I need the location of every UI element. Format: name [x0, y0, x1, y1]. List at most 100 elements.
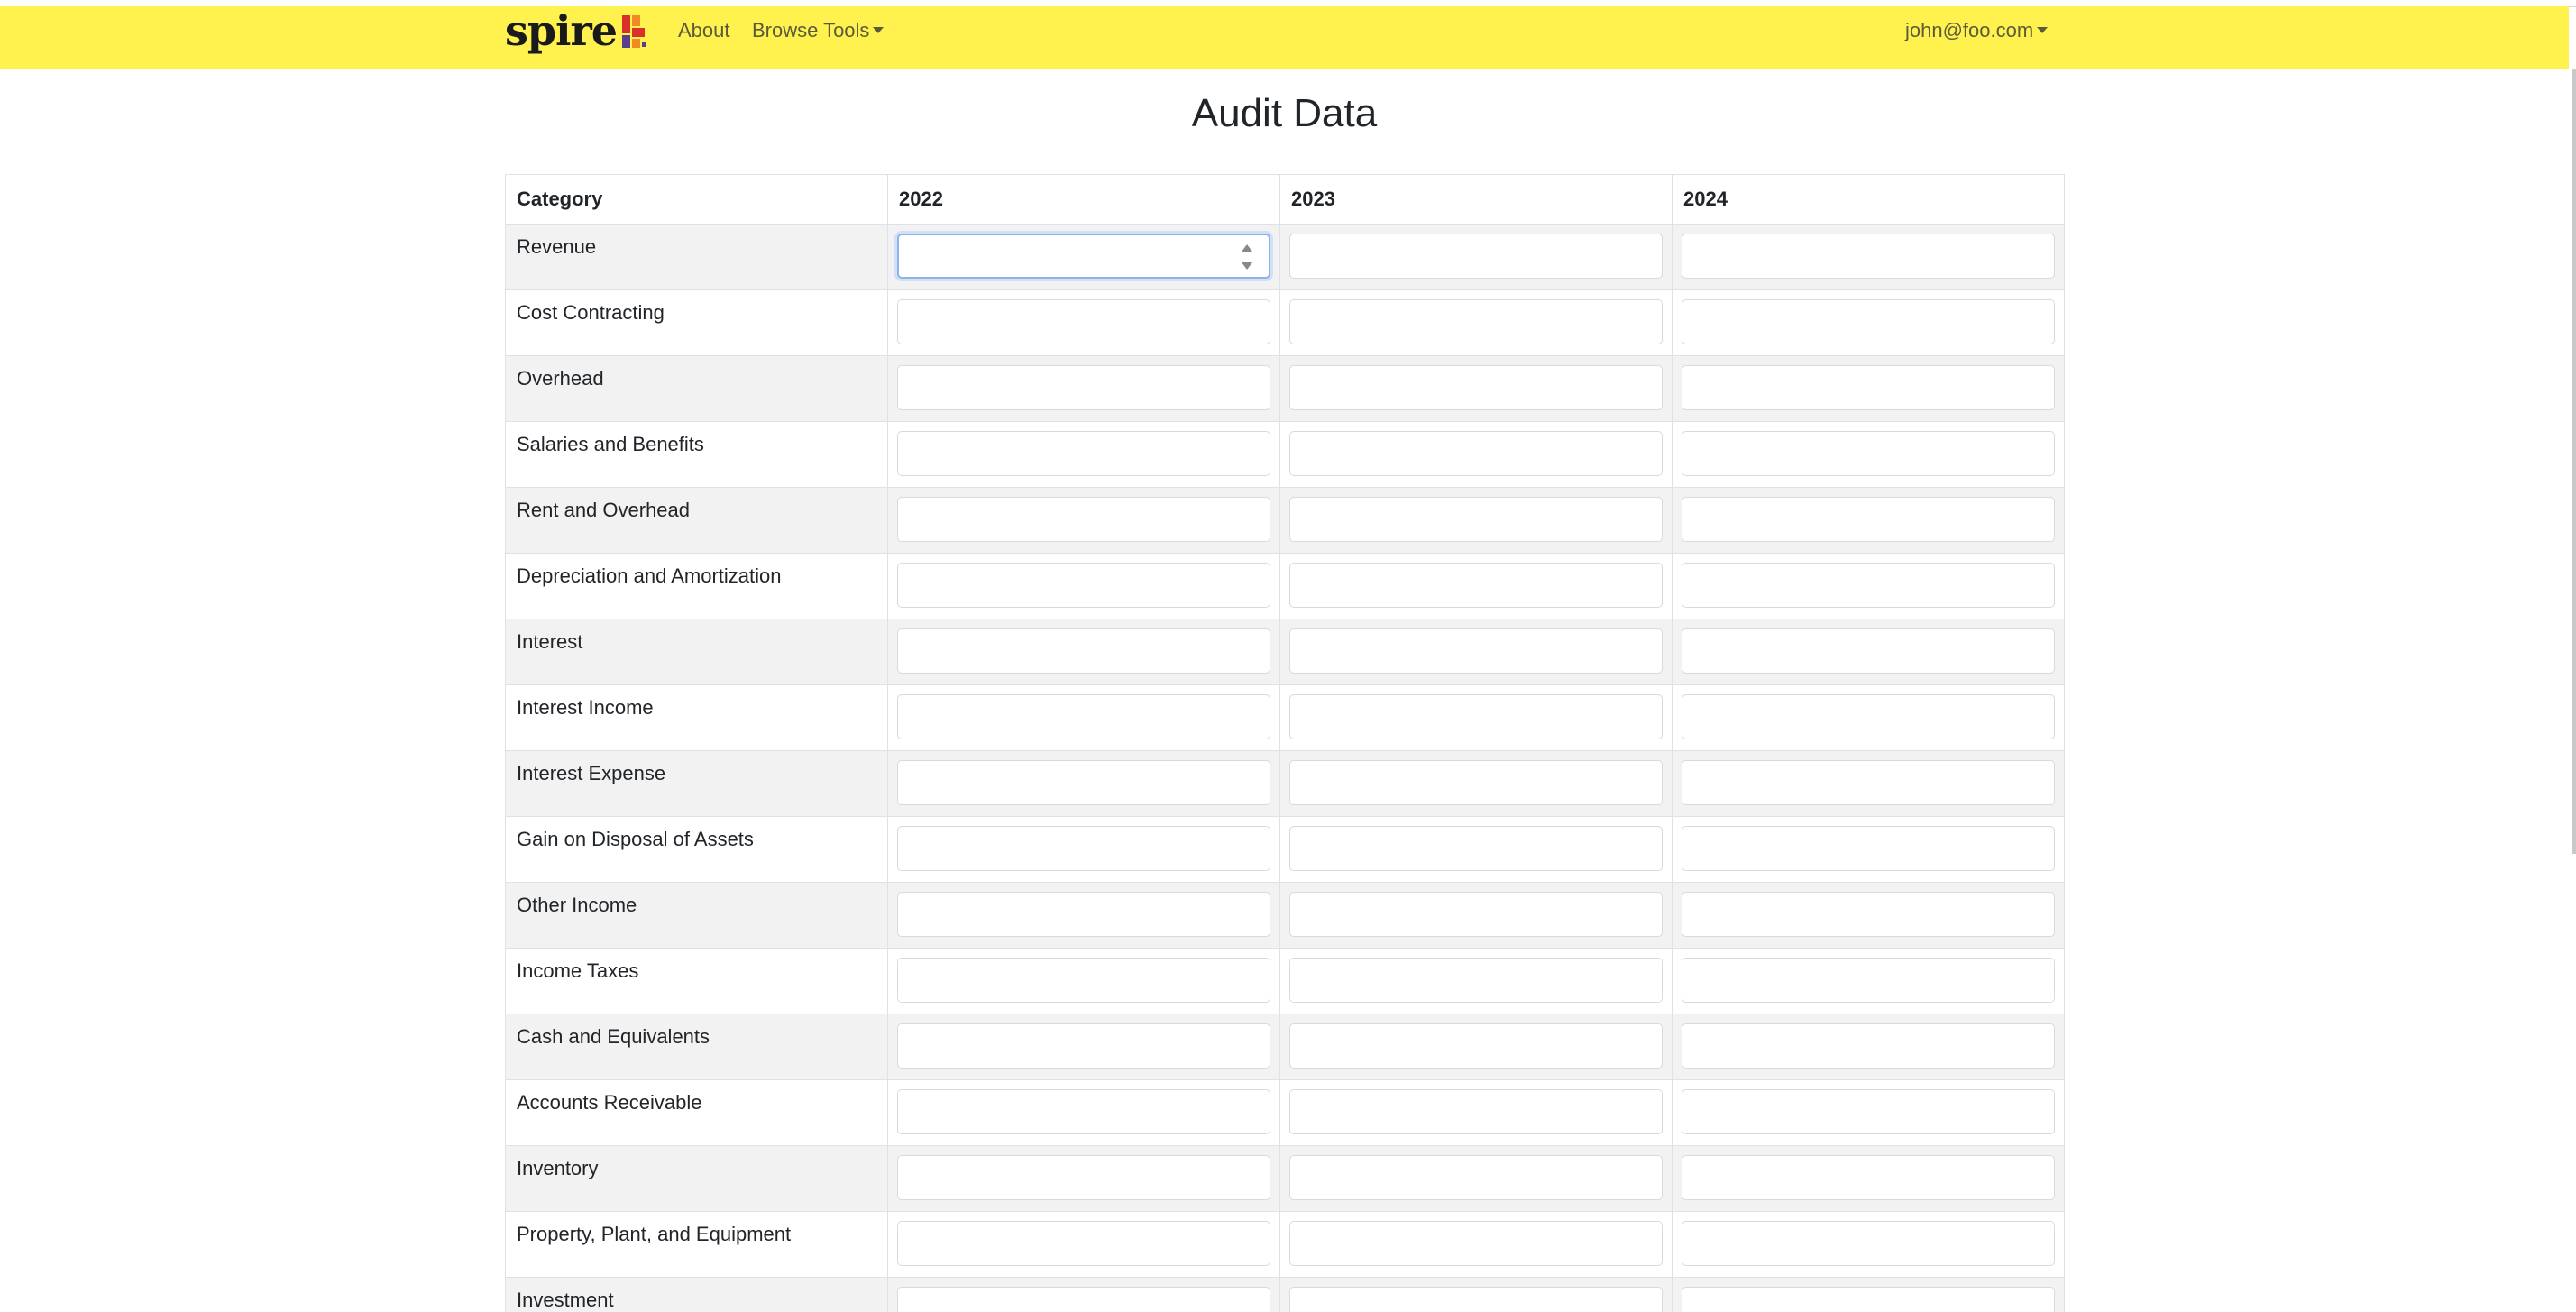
number-input-2024[interactable]: [1682, 1287, 2055, 1312]
value-cell-2022: [887, 224, 1280, 290]
number-input-2022[interactable]: [897, 497, 1270, 542]
table-row: Depreciation and Amortization: [505, 553, 2065, 619]
table-row: Inventory: [505, 1145, 2065, 1212]
value-cell-2022: [887, 882, 1280, 949]
number-input-2022[interactable]: [897, 958, 1270, 1003]
table-row: Revenue: [505, 224, 2065, 290]
table-header-row: Category 2022 2023 2024: [505, 174, 2065, 225]
number-input-2024[interactable]: [1682, 694, 2055, 739]
number-input-2022[interactable]: [897, 1089, 1270, 1134]
column-header-2022: 2022: [887, 174, 1280, 225]
page-scrollbar[interactable]: [2569, 69, 2576, 1312]
number-input-2024[interactable]: [1682, 628, 2055, 674]
value-cell-2022: [887, 1145, 1280, 1212]
number-input-2022[interactable]: [897, 628, 1270, 674]
number-input-2023[interactable]: [1289, 760, 1663, 805]
nav-browse-tools-dropdown[interactable]: Browse Tools: [752, 19, 885, 42]
value-cell-2023: [1279, 1014, 1673, 1080]
number-input-2023[interactable]: [1289, 694, 1663, 739]
number-input-2023[interactable]: [1289, 1155, 1663, 1200]
category-cell: Investment: [505, 1277, 888, 1312]
category-cell: Interest Income: [505, 684, 888, 751]
value-cell-2022: [887, 289, 1280, 356]
value-cell-2023: [1279, 224, 1673, 290]
number-input-2023[interactable]: [1289, 234, 1663, 279]
number-input-2024[interactable]: [1682, 365, 2055, 410]
number-input-2023[interactable]: [1289, 958, 1663, 1003]
number-input-2023[interactable]: [1289, 1221, 1663, 1266]
number-input-2023[interactable]: [1289, 299, 1663, 344]
number-input-2023[interactable]: [1289, 1287, 1663, 1312]
number-input-2022[interactable]: [897, 760, 1270, 805]
number-input-2023[interactable]: [1289, 628, 1663, 674]
number-input-2022[interactable]: [897, 299, 1270, 344]
value-cell-2022: [887, 684, 1280, 751]
value-cell-2023: [1279, 750, 1673, 817]
number-input-2024[interactable]: [1682, 431, 2055, 476]
number-input-2022[interactable]: [897, 694, 1270, 739]
number-input-2024[interactable]: [1682, 1155, 2055, 1200]
spinner-up-icon[interactable]: [1242, 244, 1252, 252]
value-cell-2022: [887, 355, 1280, 422]
brand-logo-link[interactable]: spire: [505, 8, 649, 53]
number-input-2022[interactable]: [897, 892, 1270, 937]
number-input-2024[interactable]: [1682, 826, 2055, 871]
value-cell-2023: [1279, 619, 1673, 685]
table-row: Rent and Overhead: [505, 487, 2065, 554]
value-cell-2023: [1279, 355, 1673, 422]
value-cell-2022: [887, 1014, 1280, 1080]
number-input-2023[interactable]: [1289, 497, 1663, 542]
audit-data-table: Category 2022 2023 2024 Revenue Cost Cont…: [505, 174, 2065, 1312]
number-input-2022[interactable]: [897, 1287, 1270, 1312]
value-cell-2024: [1672, 1014, 2065, 1080]
value-cell-2022: [887, 619, 1280, 685]
number-input-2022[interactable]: [897, 563, 1270, 608]
value-cell-2024: [1672, 750, 2065, 817]
number-input-2022[interactable]: [897, 365, 1270, 410]
number-input-2024[interactable]: [1682, 760, 2055, 805]
number-input-2023[interactable]: [1289, 892, 1663, 937]
number-input-2022[interactable]: [897, 1155, 1270, 1200]
user-menu-dropdown[interactable]: john@foo.com: [1905, 19, 2049, 42]
spinner-down-icon[interactable]: [1242, 262, 1252, 270]
number-input-2024[interactable]: [1682, 1023, 2055, 1069]
brand-wordmark: spire: [505, 6, 618, 55]
number-input-2024[interactable]: [1682, 299, 2055, 344]
column-header-category: Category: [505, 174, 888, 225]
number-input-2023[interactable]: [1289, 365, 1663, 410]
value-cell-2024: [1672, 619, 2065, 685]
page: spire About Browse Tools john@foo.com Au…: [0, 0, 2576, 1312]
number-input-2022[interactable]: [897, 431, 1270, 476]
number-input-2023[interactable]: [1289, 1023, 1663, 1069]
audit-data-table-wrapper: Category 2022 2023 2024 Revenue Cost Cont…: [505, 174, 2065, 1312]
category-cell: Depreciation and Amortization: [505, 553, 888, 619]
number-spinner[interactable]: [1242, 244, 1252, 270]
number-input-2024[interactable]: [1682, 892, 2055, 937]
number-input-2024[interactable]: [1682, 1221, 2055, 1266]
number-input-2024[interactable]: [1682, 563, 2055, 608]
number-input-2024[interactable]: [1682, 958, 2055, 1003]
value-cell-2024: [1672, 1145, 2065, 1212]
value-cell-2023: [1279, 1277, 1673, 1312]
number-input-2022[interactable]: [897, 234, 1270, 279]
category-cell: Interest: [505, 619, 888, 685]
number-input-2023[interactable]: [1289, 1089, 1663, 1134]
number-input-2022[interactable]: [897, 826, 1270, 871]
number-input-2023[interactable]: [1289, 563, 1663, 608]
number-input-2022[interactable]: [897, 1023, 1270, 1069]
table-body: Revenue Cost Contracting Overhead Salaries …: [505, 224, 2065, 1312]
scrollbar-thumb[interactable]: [2572, 69, 2576, 854]
value-cell-2022: [887, 1211, 1280, 1278]
number-input-2023[interactable]: [1289, 826, 1663, 871]
table-row: Accounts Receivable: [505, 1079, 2065, 1146]
number-input-2022[interactable]: [897, 1221, 1270, 1266]
number-input-2024[interactable]: [1682, 234, 2055, 279]
number-input-2024[interactable]: [1682, 1089, 2055, 1134]
value-cell-2024: [1672, 1211, 2065, 1278]
category-cell: Salaries and Benefits: [505, 421, 888, 488]
value-cell-2023: [1279, 553, 1673, 619]
table-row: Interest Income: [505, 684, 2065, 751]
nav-about-link[interactable]: About: [678, 19, 730, 42]
number-input-2023[interactable]: [1289, 431, 1663, 476]
number-input-2024[interactable]: [1682, 497, 2055, 542]
